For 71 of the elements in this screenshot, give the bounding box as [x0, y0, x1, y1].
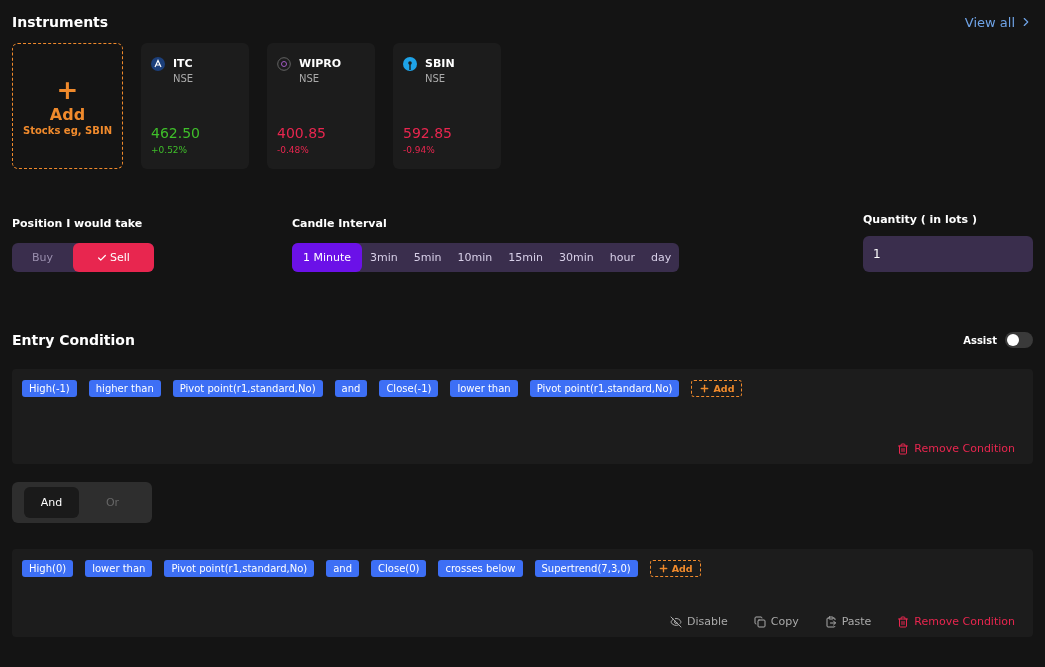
logic-option[interactable]: And [24, 487, 79, 518]
price-change: -0.48% [277, 145, 310, 155]
condition-token[interactable]: Pivot point(r1,standard,No) [164, 560, 315, 577]
interval-option[interactable]: 5min [405, 243, 450, 272]
interval-option[interactable]: day [643, 243, 680, 272]
section-title: Instruments [12, 14, 109, 30]
paste-button[interactable]: Paste [824, 615, 872, 628]
price-change: +0.52% [151, 145, 189, 155]
condition-token[interactable]: crosses below [438, 560, 523, 577]
interval-option[interactable]: 15min [500, 243, 552, 272]
condition-token[interactable]: High(0) [22, 560, 74, 577]
plus-icon: + [56, 76, 79, 105]
interval-option[interactable]: 3min [362, 243, 406, 272]
eye-off-icon [669, 615, 682, 628]
instrument-price: 400.85 [277, 125, 327, 141]
instrument-symbol: WIPRO [299, 57, 342, 70]
logo-icon [403, 57, 417, 71]
condition-token[interactable]: Close(-1) [379, 380, 439, 397]
instrument-card[interactable]: SBIN NSE 592.85 -0.94% [393, 43, 501, 169]
field-label: Candle Interval [292, 217, 388, 230]
price-change: -0.94% [403, 145, 436, 155]
remove-condition-button[interactable]: Remove Condition [897, 615, 1015, 628]
instrument-card[interactable]: WIPRO NSE 400.85 -0.48% [267, 43, 375, 169]
plus-icon [657, 563, 669, 574]
field-label: Position I would take [12, 217, 144, 230]
assist-toggle[interactable] [1005, 332, 1033, 348]
interval-option[interactable]: 1 Minute [292, 243, 363, 272]
position-option[interactable]: Buy [12, 243, 74, 272]
trash-icon [897, 442, 910, 455]
disable-button[interactable]: Disable [669, 615, 728, 628]
check-icon [97, 252, 108, 263]
add-instrument-button[interactable]: + Add Stocks eg, SBIN [12, 43, 123, 169]
field-label: Quantity ( in lots ) [863, 213, 978, 226]
exchange-label: NSE [173, 73, 194, 84]
add-token-button[interactable]: Add [649, 560, 701, 577]
copy-icon [753, 615, 766, 628]
trash-icon [897, 615, 910, 628]
instrument-card[interactable]: ITC NSE 462.50 +0.52% [141, 43, 249, 169]
logo-icon [151, 57, 165, 71]
condition-token[interactable]: Pivot point(r1,standard,No) [529, 380, 680, 397]
interval-option[interactable]: 30min [551, 243, 602, 272]
copy-button[interactable]: Copy [753, 615, 799, 628]
logo-icon [277, 57, 291, 71]
condition-token[interactable]: lower than [85, 560, 153, 577]
clipboard-icon [824, 615, 837, 628]
condition-token[interactable]: and [326, 560, 360, 577]
instrument-symbol: ITC [173, 57, 194, 70]
add-label: Add [49, 106, 86, 124]
assist-label: Assist [963, 334, 997, 346]
instrument-symbol: SBIN [425, 57, 455, 70]
condition-token[interactable]: higher than [88, 380, 161, 397]
instrument-price: 462.50 [151, 125, 201, 141]
section-title: Entry Condition [12, 332, 135, 348]
add-hint: Stocks eg, SBIN [23, 124, 112, 136]
remove-condition-button[interactable]: Remove Condition [897, 442, 1015, 455]
plus-icon [699, 383, 711, 394]
condition-token[interactable]: Pivot point(r1,standard,No) [172, 380, 323, 397]
position-option[interactable]: Sell [73, 243, 154, 272]
condition-token[interactable]: Supertrend(7,3,0) [534, 560, 638, 577]
condition-token[interactable]: and [334, 380, 368, 397]
exchange-label: NSE [425, 73, 447, 84]
add-token-button[interactable]: Add [691, 380, 743, 397]
condition-token[interactable]: Close(0) [371, 560, 427, 577]
condition-token[interactable]: lower than [450, 380, 518, 397]
interval-option[interactable]: hour [601, 243, 644, 272]
view-all-link[interactable]: View all [964, 14, 1033, 30]
interval-option[interactable]: 10min [449, 243, 501, 272]
condition-token[interactable]: High(-1) [22, 380, 77, 397]
exchange-label: NSE [299, 73, 321, 84]
instrument-price: 592.85 [403, 125, 453, 141]
quantity-input[interactable]: 1 [863, 236, 1033, 272]
